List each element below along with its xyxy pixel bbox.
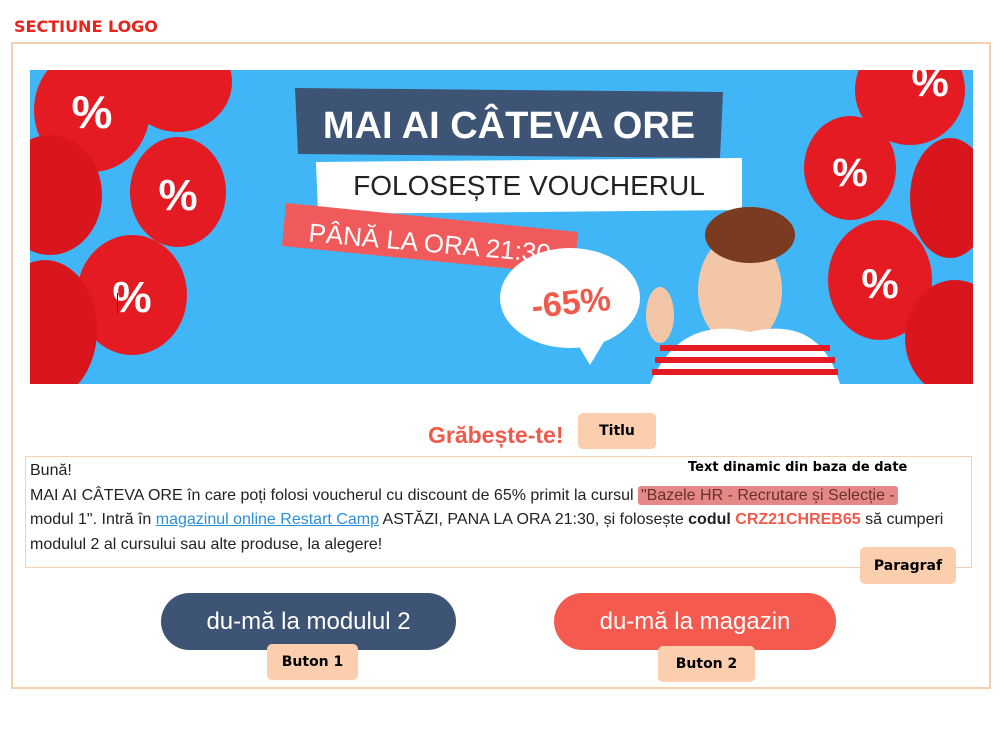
go-to-module-button[interactable]: du-mă la modulul 2	[161, 593, 456, 650]
svg-text:%: %	[158, 171, 197, 220]
text-cursor	[117, 293, 118, 313]
banner-subline: FOLOSEȘTE VOUCHERUL	[353, 170, 705, 201]
paragraph-text: ASTĂZI, PANA LA ORA 21:30, și folosește	[378, 511, 689, 528]
dynamic-course-name: "Bazele HR - Recrutare și Selecție -	[637, 485, 898, 505]
banner-headline: MAI AI CÂTEVA ORE	[323, 103, 695, 147]
shop-link[interactable]: magazinul online Restart Camp	[156, 511, 379, 528]
button1-tag: Buton 1	[267, 644, 358, 680]
svg-text:%: %	[112, 273, 151, 322]
paragraph-text: MAI AI CÂTEVA ORE în care poți folosi vo…	[30, 486, 638, 504]
code-label: codul	[688, 511, 731, 528]
page-title: Grăbește-te!	[428, 422, 564, 448]
svg-text:%: %	[911, 70, 948, 105]
title-tag: Titlu	[578, 413, 656, 449]
svg-text:%: %	[861, 260, 898, 307]
banner-artwork: MAI AI CÂTEVA ORE FOLOSEȘTE VOUCHERUL PÂ…	[30, 70, 973, 384]
go-to-shop-button[interactable]: du-mă la magazin	[554, 593, 836, 650]
svg-text:%: %	[72, 86, 113, 138]
paragraph-body: MAI AI CÂTEVA ORE în care poți folosi vo…	[30, 484, 960, 558]
promo-banner[interactable]: MAI AI CÂTEVA ORE FOLOSEȘTE VOUCHERUL PÂ…	[30, 70, 973, 384]
paragraph: Bună! MAI AI CÂTEVA ORE în care poți fol…	[30, 459, 960, 557]
paragraph-text: modul 1". Intră în	[30, 511, 156, 528]
section-label: SECTIUNE LOGO	[14, 17, 158, 36]
greeting: Bună!	[30, 462, 72, 479]
svg-text:%: %	[832, 151, 868, 195]
paragraph-tag: Paragraf	[860, 547, 956, 584]
button2-tag: Buton 2	[658, 646, 755, 682]
voucher-code: CRZ21CHREB65	[735, 511, 861, 528]
